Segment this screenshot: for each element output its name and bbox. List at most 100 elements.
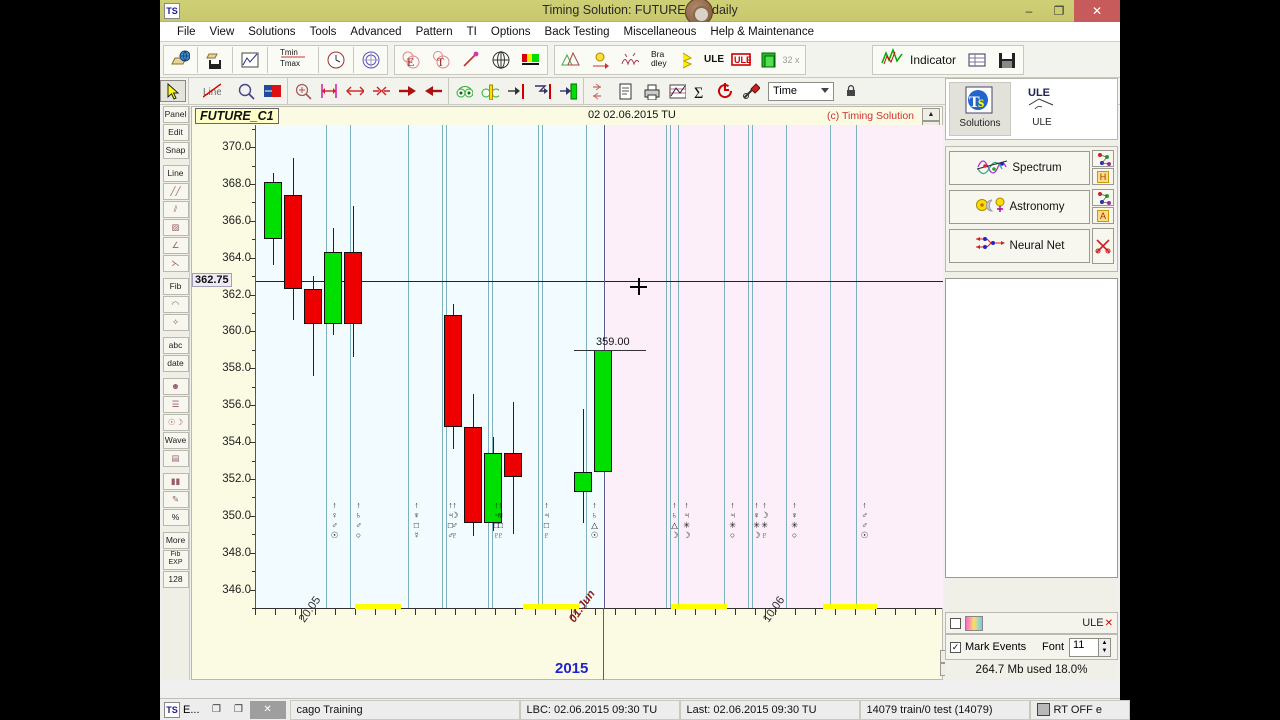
- astronomy-button[interactable]: Astronomy: [949, 189, 1090, 224]
- maximize-button[interactable]: ❐: [1044, 0, 1074, 22]
- fib-arc-button[interactable]: ◠: [162, 296, 189, 313]
- snap-button[interactable]: Snap: [162, 142, 189, 159]
- menu-item-options[interactable]: Options: [484, 24, 538, 40]
- chart-window-button[interactable]: [235, 46, 265, 74]
- fib-button[interactable]: Fib: [162, 278, 189, 295]
- mirror-button[interactable]: [477, 80, 503, 102]
- menu-item-advanced[interactable]: Advanced: [343, 24, 408, 40]
- open-save-button[interactable]: [200, 46, 230, 74]
- panel-button[interactable]: Panel: [162, 106, 189, 123]
- cursor-arrow-button[interactable]: [160, 80, 186, 102]
- font-size-spinner[interactable]: ▲ ▼: [1098, 637, 1111, 657]
- globe-axis-button[interactable]: [486, 46, 516, 74]
- goto-end-button[interactable]: [529, 80, 555, 102]
- parallel-lines-button[interactable]: ⫽: [162, 201, 189, 218]
- open-web-button[interactable]: [165, 46, 195, 74]
- waves-button[interactable]: [556, 46, 586, 74]
- measure-span-button[interactable]: [316, 80, 342, 102]
- color-fill-button[interactable]: [259, 80, 285, 102]
- panel-tab-ule[interactable]: ULE ULE: [1011, 82, 1073, 136]
- percent-button[interactable]: %: [162, 509, 189, 526]
- save-button[interactable]: [992, 46, 1022, 74]
- color-bars-button[interactable]: [516, 46, 546, 74]
- tmin-tmax-button[interactable]: Tmin Tmax: [270, 46, 316, 74]
- zoom-region-button[interactable]: [290, 80, 316, 102]
- menu-item-help-maintenance[interactable]: Help & Maintenance: [703, 24, 821, 40]
- menu-item-back-testing[interactable]: Back Testing: [538, 24, 617, 40]
- pen-button[interactable]: ✎: [162, 491, 189, 508]
- date-button[interactable]: date: [162, 355, 189, 372]
- planet-cycles-button[interactable]: T: [426, 46, 456, 74]
- minimize-button[interactable]: –: [1014, 0, 1044, 22]
- fan-tool-button[interactable]: ⋋: [162, 255, 189, 272]
- dots-icon[interactable]: [1092, 189, 1114, 206]
- wave-button[interactable]: Wave: [162, 432, 189, 449]
- chart-plot-area[interactable]: 359.00 ↑ ♀ ♂ ☉ ↑ ♄ ♂ ○ ↑ ♆ □ ☿ ↑ ♃ □ ♂ ↑ ☽ ♂ ♇ ↑ ♃ □ ♇ ↑ ♅ □ ♇ ↑ ♃ □ ♇ ↑ ♄…: [255, 125, 943, 608]
- menu-item-ti[interactable]: TI: [460, 24, 484, 40]
- earth-cycles-button[interactable]: E: [396, 46, 426, 74]
- menu-item-solutions[interactable]: Solutions: [241, 24, 302, 40]
- fib-fan-button[interactable]: ✧: [162, 314, 189, 331]
- letter-h-icon[interactable]: H: [1092, 168, 1114, 185]
- bars-button[interactable]: ☰: [162, 396, 189, 413]
- arrow-right-button[interactable]: [394, 80, 420, 102]
- menu-item-tools[interactable]: Tools: [303, 24, 344, 40]
- zoom-button[interactable]: [233, 80, 259, 102]
- line-tool-button[interactable]: Line: [191, 80, 233, 102]
- grid-lines-button[interactable]: ▨: [162, 219, 189, 236]
- spectrum-button[interactable]: Spectrum: [949, 150, 1090, 185]
- lock-icon[interactable]: [838, 80, 864, 102]
- face-button[interactable]: ☻: [162, 378, 189, 395]
- astro-clock-button[interactable]: [356, 46, 386, 74]
- solutions-list[interactable]: [945, 278, 1118, 578]
- scale-up-button[interactable]: ▲: [922, 108, 940, 121]
- 128-button[interactable]: 128: [162, 571, 189, 588]
- line-tool-button[interactable]: Line: [162, 165, 189, 182]
- menu-item-file[interactable]: File: [170, 24, 203, 40]
- zigzag-ule-button[interactable]: ULE: [680, 46, 726, 74]
- green-flag-button[interactable]: [555, 80, 581, 102]
- close-button[interactable]: ✕: [1074, 0, 1120, 22]
- close-button-2[interactable]: ✕: [249, 700, 286, 719]
- planets-icon[interactable]: [965, 615, 983, 631]
- channel-tool-button[interactable]: ╱╱: [162, 183, 189, 200]
- indicator-button[interactable]: Indicator: [874, 46, 962, 74]
- mark-events-checkbox[interactable]: ✓: [950, 641, 961, 653]
- bradley-button[interactable]: Bra dley: [646, 46, 680, 74]
- planets-button[interactable]: ☉☽: [162, 414, 189, 431]
- ule-close-icon[interactable]: ✕: [1105, 618, 1113, 629]
- squiggle-button[interactable]: [616, 46, 646, 74]
- rt-indicator-icon[interactable]: [1036, 703, 1050, 716]
- table-view-button[interactable]: [962, 46, 992, 74]
- angle-tool-button[interactable]: ∠: [162, 237, 189, 254]
- goto-right-button[interactable]: [503, 80, 529, 102]
- compress-button[interactable]: [368, 80, 394, 102]
- clock-button[interactable]: [321, 46, 351, 74]
- green-book-button[interactable]: 32 x: [756, 46, 804, 74]
- letter-a-icon[interactable]: A: [1092, 207, 1114, 224]
- binocular-button[interactable]: [451, 80, 477, 102]
- candle-button[interactable]: ▮▮: [162, 473, 189, 490]
- arrow-left-button[interactable]: [420, 80, 446, 102]
- neural-net-button[interactable]: Neural Net: [949, 229, 1090, 263]
- screen-button[interactable]: ▤: [162, 450, 189, 467]
- more-button[interactable]: More: [162, 532, 189, 549]
- cut-icon[interactable]: [1092, 228, 1114, 264]
- tools-button[interactable]: [738, 80, 764, 102]
- sun-arrow-button[interactable]: [586, 46, 616, 74]
- document-button[interactable]: [612, 80, 638, 102]
- refresh-button[interactable]: [712, 80, 738, 102]
- print-button[interactable]: [638, 80, 664, 102]
- ule-red-button[interactable]: ULE: [726, 46, 756, 74]
- font-size-stepper[interactable]: 11 ▲ ▼: [1069, 637, 1111, 657]
- panel-tab-solutions[interactable]: Ts Solutions: [949, 82, 1011, 136]
- arrows-both-button[interactable]: [342, 80, 368, 102]
- updown-arrows-button[interactable]: [586, 80, 612, 102]
- maximize-button-2[interactable]: ❐: [228, 701, 250, 719]
- fib-exp-button[interactable]: Fib EXP: [162, 550, 189, 570]
- menu-item-view[interactable]: View: [203, 24, 242, 40]
- ule-checkbox[interactable]: [950, 617, 961, 629]
- edit-button[interactable]: Edit: [162, 124, 189, 141]
- menu-item-pattern[interactable]: Pattern: [409, 24, 460, 40]
- grid-chart-button[interactable]: [664, 80, 690, 102]
